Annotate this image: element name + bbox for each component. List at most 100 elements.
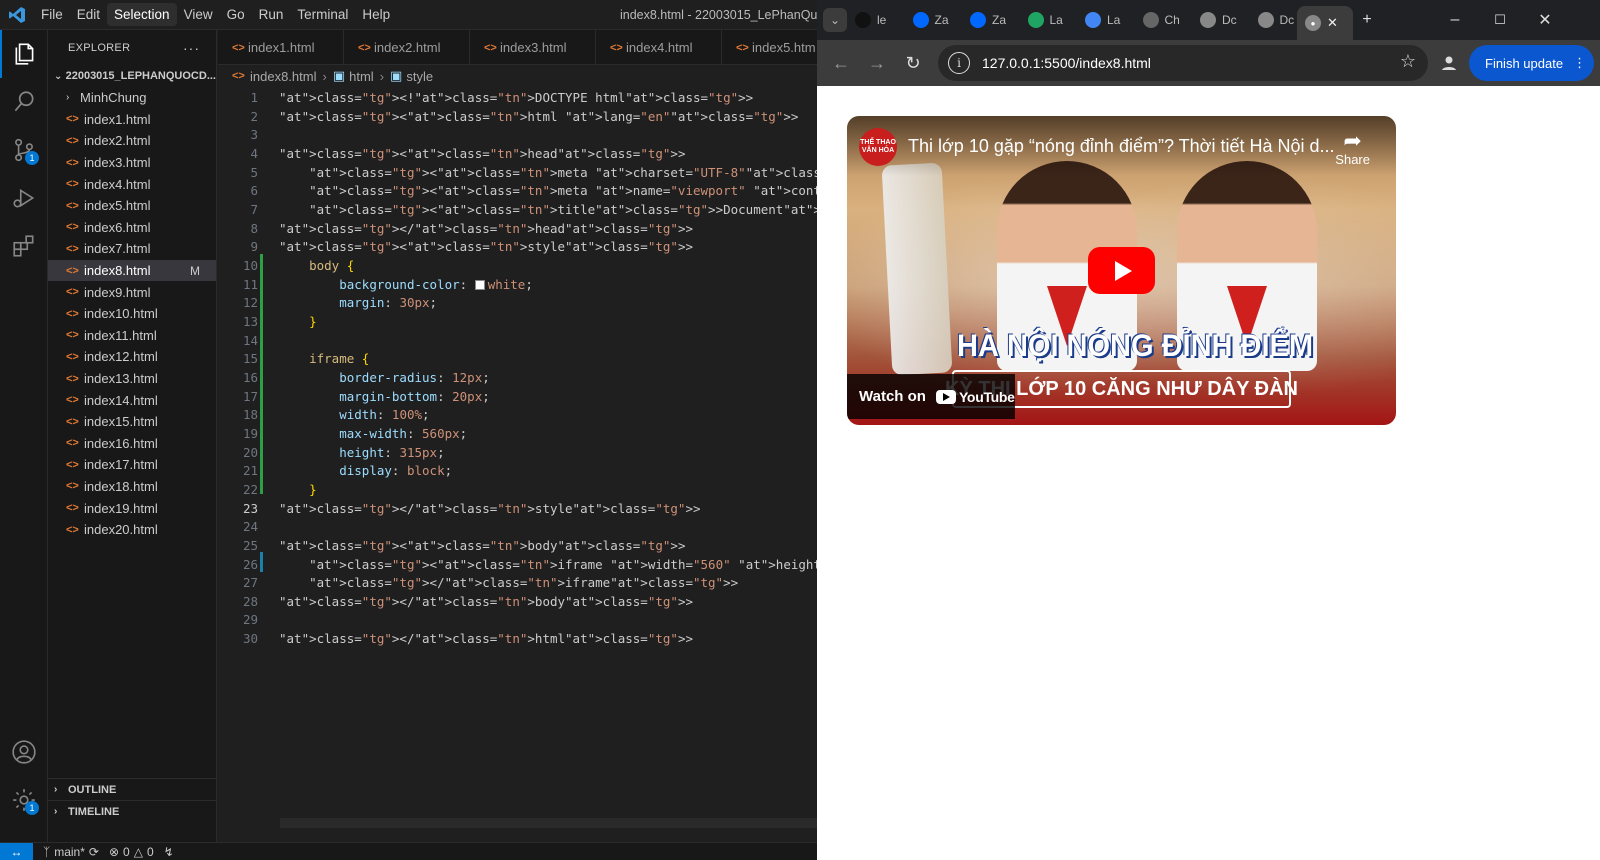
bookmark-star-icon[interactable]: ☆ <box>1400 51 1416 72</box>
chrome-tab[interactable]: La <box>1027 8 1076 32</box>
code-line[interactable]: height: 315px; <box>279 445 444 460</box>
code-line[interactable]: "at">class="tg"></"at">class="tn">style"… <box>279 501 701 516</box>
code-line[interactable]: width: 100%; <box>279 407 429 422</box>
code-line[interactable]: iframe { <box>279 351 369 366</box>
chrome-tab[interactable]: Za <box>970 8 1018 32</box>
tree-file-item[interactable]: <> index11.html <box>48 325 216 347</box>
tree-file-item[interactable]: <> index12.html <box>48 346 216 368</box>
share-button[interactable]: ➦ Share <box>1335 130 1370 168</box>
close-tab-icon[interactable]: ✕ <box>1327 15 1338 31</box>
tree-file-item[interactable]: <> index15.html <box>48 411 216 433</box>
source-control-icon[interactable]: 1 <box>0 126 48 174</box>
tree-file-item[interactable]: <> index2.html <box>48 130 216 152</box>
chrome-tab[interactable]: Za <box>912 8 961 32</box>
chrome-tab[interactable]: Dc <box>1200 8 1248 32</box>
code-line[interactable]: "at">class="tg"></"at">class="tn">body"a… <box>279 594 693 609</box>
code-line[interactable]: "at">class="tg"></"at">class="tn">head"a… <box>279 221 693 236</box>
code-line[interactable]: "at">class="tg"><"at">class="tn">head"at… <box>279 146 685 161</box>
outline-section[interactable]: › OUTLINE <box>48 778 217 800</box>
remote-icon[interactable]: ↔ <box>0 842 33 860</box>
menu-edit[interactable]: Edit <box>70 3 107 26</box>
code-line[interactable]: body { <box>279 258 354 273</box>
watch-on-youtube-button[interactable]: Watch on YouTube <box>847 374 1015 419</box>
chrome-tab[interactable]: La <box>1085 8 1133 32</box>
editor-tab[interactable]: <> index5.htm <box>722 30 817 64</box>
tree-folder-minhchung[interactable]: › MinhChung <box>48 87 216 109</box>
branch-status[interactable]: ᛉ main* ⟳ <box>43 845 99 859</box>
code-line[interactable]: max-width: 560px; <box>279 426 467 441</box>
editor-tab[interactable]: <> index2.html <box>344 30 470 64</box>
code-line[interactable]: "at">class="tg"><"at">class="tn">body"at… <box>279 538 685 553</box>
tree-file-item[interactable]: <> index14.html <box>48 389 216 411</box>
code-line[interactable]: "at">class="tg"><"at">class="tn">iframe … <box>279 557 817 572</box>
explorer-more-icon[interactable]: ··· <box>183 40 200 56</box>
tab-search-button[interactable]: ⌄ <box>823 8 847 32</box>
forward-icon[interactable]: → <box>859 45 895 81</box>
chrome-tab[interactable]: Ch <box>1142 8 1191 32</box>
chrome-tab[interactable]: le <box>855 8 903 32</box>
code-line[interactable]: "at">class="tg"><"at">class="tn">html "a… <box>279 109 798 124</box>
menu-help[interactable]: Help <box>355 3 397 26</box>
menu-selection[interactable]: Selection <box>107 3 177 26</box>
explorer-icon[interactable] <box>0 30 48 78</box>
menu-run[interactable]: Run <box>252 3 291 26</box>
code-line[interactable]: border-radius: 12px; <box>279 370 490 385</box>
code-line[interactable]: "at">class="tg"></"at">class="tn">iframe… <box>279 575 738 590</box>
code-line[interactable]: "at">class="tg"><"at">class="tn">meta "a… <box>279 165 817 180</box>
reload-icon[interactable]: ↻ <box>895 45 931 81</box>
new-tab-icon[interactable]: + <box>1352 8 1382 32</box>
channel-logo[interactable]: THỂ THAO VĂN HÓA <box>859 128 897 166</box>
code-line[interactable]: } <box>279 314 317 329</box>
menu-terminal[interactable]: Terminal <box>290 3 355 26</box>
chrome-tab-active[interactable]: ● ✕ <box>1297 6 1353 40</box>
video-title[interactable]: Thi lớp 10 gặp “nóng đỉnh điểm”? Thời ti… <box>908 136 1335 157</box>
tree-file-item[interactable]: <> index4.html <box>48 173 216 195</box>
menu-view[interactable]: View <box>177 3 220 26</box>
settings-gear-icon[interactable]: 1 <box>0 776 48 824</box>
play-button[interactable] <box>1088 247 1155 294</box>
back-icon[interactable]: ← <box>823 45 859 81</box>
horizontal-scrollbar[interactable] <box>280 818 817 828</box>
code-line[interactable]: "at">class="tg"><"at">class="tn">title"a… <box>279 202 817 217</box>
tree-file-item[interactable]: <> index19.html <box>48 497 216 519</box>
code-line[interactable]: "at">class="tg"><!"at">class="tn">DOCTYP… <box>279 90 753 105</box>
code-line[interactable]: "at">class="tg"></"at">class="tn">html"a… <box>279 631 693 646</box>
code-line[interactable]: background-color: white; <box>279 277 533 292</box>
tree-file-item[interactable]: <> index7.html <box>48 238 216 260</box>
search-icon[interactable] <box>0 78 48 126</box>
editor-tab[interactable]: <> index1.html <box>218 30 344 64</box>
minimize-icon[interactable]: – <box>1440 8 1470 32</box>
code-line[interactable]: margin-bottom: 20px; <box>279 389 490 404</box>
problems-status[interactable]: ⊗ 0 △ 0 <box>109 845 154 859</box>
close-window-icon[interactable]: ✕ <box>1530 8 1560 32</box>
tree-file-item[interactable]: <> index1.html <box>48 109 216 131</box>
code-line[interactable]: "at">class="tg"><"at">class="tn">style"a… <box>279 239 693 254</box>
menu-go[interactable]: Go <box>220 3 252 26</box>
address-bar[interactable]: i 127.0.0.1:5500/index8.html ☆ <box>938 45 1428 81</box>
breadcrumb-style[interactable]: style <box>406 69 433 84</box>
tree-file-item[interactable]: <> index9.html <box>48 281 216 303</box>
workspace-folder[interactable]: ⌄ 22003015_LEPHANQUOCD... <box>48 65 216 87</box>
profile-icon[interactable] <box>1436 50 1462 76</box>
youtube-embed[interactable]: THỂ THAO VĂN HÓA Thi lớp 10 gặp “nóng đỉ… <box>847 116 1396 425</box>
menu-file[interactable]: File <box>34 3 70 26</box>
breadcrumb-html[interactable]: html <box>349 69 374 84</box>
tree-file-item[interactable]: <> index16.html <box>48 433 216 455</box>
timeline-section[interactable]: › TIMELINE <box>48 800 217 822</box>
tree-file-item[interactable]: <> index8.html M <box>48 259 216 282</box>
code-editor[interactable]: 1 "at">class="tg"><!"at">class="tn">DOCTY… <box>218 88 817 828</box>
live-server-icon[interactable]: ↯ <box>164 845 174 859</box>
tree-file-item[interactable]: <> index10.html <box>48 303 216 325</box>
tree-file-item[interactable]: <> index18.html <box>48 476 216 498</box>
finish-update-button[interactable]: Finish update ⋮ <box>1469 45 1594 81</box>
tree-file-item[interactable]: <> index5.html <box>48 195 216 217</box>
tree-file-item[interactable]: <> index20.html <box>48 519 216 541</box>
tree-file-item[interactable]: <> index13.html <box>48 368 216 390</box>
extensions-icon[interactable] <box>0 222 48 270</box>
code-line[interactable]: } <box>279 482 317 497</box>
tree-file-item[interactable]: <> index17.html <box>48 454 216 476</box>
run-debug-icon[interactable] <box>0 174 48 222</box>
tree-file-item[interactable]: <> index3.html <box>48 152 216 174</box>
breadcrumb-file[interactable]: index8.html <box>250 69 316 84</box>
site-info-icon[interactable]: i <box>948 52 970 74</box>
